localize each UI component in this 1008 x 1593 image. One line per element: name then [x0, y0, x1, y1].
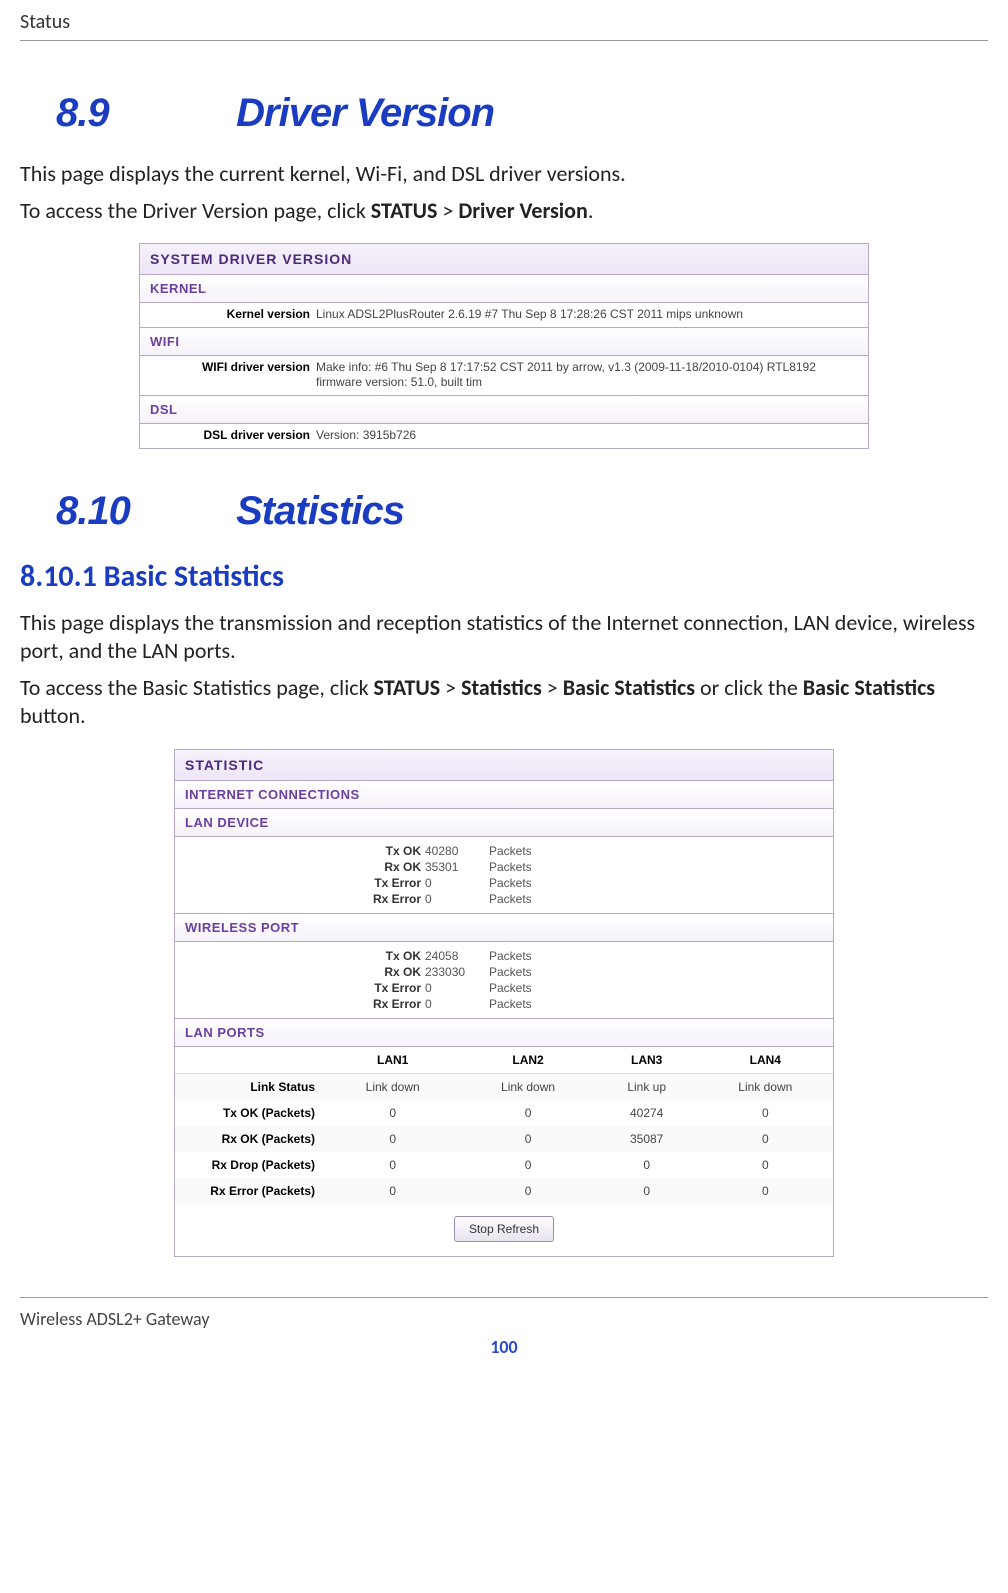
lan-rxok-label: Rx OK	[175, 860, 425, 874]
wl-txok-label: Tx OK	[175, 949, 425, 963]
col-lan1: LAN1	[325, 1047, 460, 1074]
p-8-10-1-intro: This page displays the transmission and …	[20, 609, 988, 666]
p-8-10-1-nav: To access the Basic Statistics page, cli…	[20, 674, 988, 731]
wl-rxok-label: Rx OK	[175, 965, 425, 979]
page-number: 100	[20, 1336, 988, 1358]
page-header: Status	[20, 10, 988, 41]
table-row: Rx OK (Packets) 0 0 35087 0	[175, 1126, 833, 1152]
row-rxerr: Rx Error (Packets)	[175, 1178, 325, 1204]
wl-txerr-value: 0	[425, 981, 485, 995]
nav-basic-statistics: Basic Statistics	[563, 674, 695, 701]
heading-8-10-1: 8.10.1 Basic Statistics	[20, 558, 988, 595]
col-lan4: LAN4	[698, 1047, 833, 1074]
nav-status: STATUS	[371, 197, 438, 224]
btn-basic-statistics-ref: Basic Statistics	[803, 674, 935, 701]
wl-rxok-value: 233030	[425, 965, 485, 979]
lan-txerr-label: Tx Error	[175, 876, 425, 890]
panel-title-driver: SYSTEM DRIVER VERSION	[140, 244, 868, 275]
lan-rxok-value: 35301	[425, 860, 485, 874]
table-row: Rx Drop (Packets) 0 0 0 0	[175, 1152, 833, 1178]
row-rxdrop: Rx Drop (Packets)	[175, 1152, 325, 1178]
col-lan2: LAN2	[460, 1047, 595, 1074]
section-kernel: KERNEL	[140, 275, 868, 303]
p-8-9-intro: This page displays the current kernel, W…	[20, 160, 988, 189]
heading-8-9-title: Driver Version	[236, 91, 494, 135]
section-lan-device: LAN DEVICE	[175, 809, 833, 837]
col-lan3: LAN3	[596, 1047, 698, 1074]
kernel-version-label: Kernel version	[146, 307, 316, 321]
page-footer: Wireless ADSL2+ Gateway	[20, 1297, 988, 1330]
heading-8-10: 8.10 Statistics	[56, 489, 988, 534]
lan-txok-value: 40280	[425, 844, 485, 858]
table-row: Rx Error (Packets) 0 0 0 0	[175, 1178, 833, 1204]
row-rxok: Rx OK (Packets)	[175, 1126, 325, 1152]
lan-txok-label: Tx OK	[175, 844, 425, 858]
panel-title-statistic: STATISTIC	[175, 750, 833, 781]
wl-rxerr-value: 0	[425, 997, 485, 1011]
section-internet-connections: INTERNET CONNECTIONS	[175, 781, 833, 809]
section-wireless-port: WIRELESS PORT	[175, 914, 833, 942]
row-txok: Tx OK (Packets)	[175, 1100, 325, 1126]
nav-driver-version: Driver Version	[458, 197, 588, 224]
stop-refresh-button[interactable]: Stop Refresh	[454, 1216, 554, 1242]
wifi-version-label: WIFI driver version	[146, 360, 316, 374]
lan-rxerr-value: 0	[425, 892, 485, 906]
wifi-version-value: Make info: #6 Thu Sep 8 17:17:52 CST 201…	[316, 360, 862, 391]
nav-statistics: Statistics	[461, 674, 542, 701]
nav-status-2: STATUS	[374, 674, 441, 701]
section-dsl: DSL	[140, 396, 868, 424]
lan-ports-table: LAN1 LAN2 LAN3 LAN4 Link Status Link dow…	[175, 1047, 833, 1204]
row-link-status: Link Status	[175, 1073, 325, 1100]
statistics-panel: STATISTIC INTERNET CONNECTIONS LAN DEVIC…	[174, 749, 834, 1257]
dsl-version-value: Version: 3915b726	[316, 428, 862, 444]
lan-rxerr-label: Rx Error	[175, 892, 425, 906]
wl-rxerr-label: Rx Error	[175, 997, 425, 1011]
section-lan-ports: LAN PORTS	[175, 1019, 833, 1047]
heading-8-9-num: 8.9	[56, 91, 226, 136]
kernel-version-value: Linux ADSL2PlusRouter 2.6.19 #7 Thu Sep …	[316, 307, 862, 323]
heading-8-9: 8.9 Driver Version	[56, 91, 988, 136]
heading-8-10-title: Statistics	[236, 489, 404, 533]
wl-txerr-label: Tx Error	[175, 981, 425, 995]
table-row: Tx OK (Packets) 0 0 40274 0	[175, 1100, 833, 1126]
driver-version-panel: SYSTEM DRIVER VERSION KERNEL Kernel vers…	[139, 243, 869, 448]
wl-txok-value: 24058	[425, 949, 485, 963]
p-8-9-nav: To access the Driver Version page, click…	[20, 197, 988, 226]
table-row: Link Status Link down Link down Link up …	[175, 1073, 833, 1100]
heading-8-10-num: 8.10	[56, 489, 226, 534]
dsl-version-label: DSL driver version	[146, 428, 316, 442]
section-wifi: WIFI	[140, 328, 868, 356]
lan-txerr-value: 0	[425, 876, 485, 890]
